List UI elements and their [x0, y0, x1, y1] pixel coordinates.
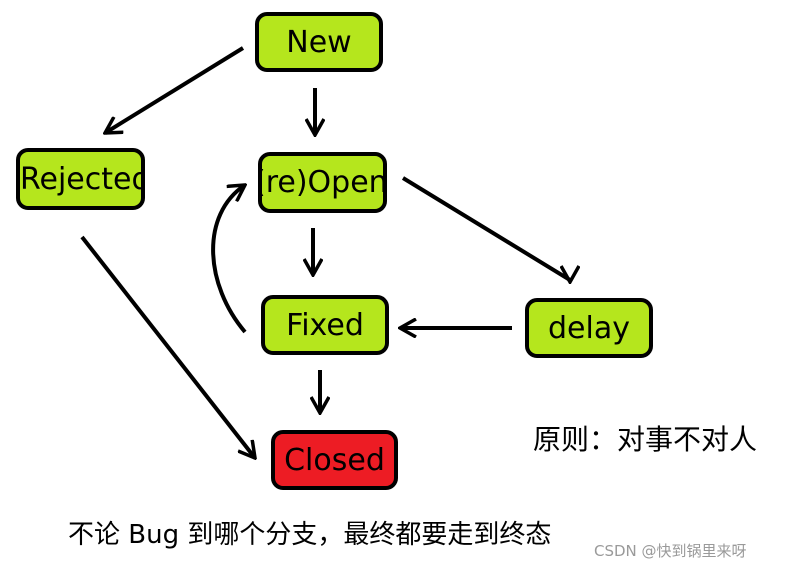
state-delay: delay — [525, 298, 653, 358]
watermark: CSDN @快到锅里来呀 — [594, 542, 747, 560]
state-label: New — [286, 24, 352, 60]
caption: 不论 Bug 到哪个分支，最终都要走到终态 — [68, 520, 552, 550]
state-fixed: Fixed — [261, 295, 389, 355]
arrow-fixed-to-open — [211, 185, 245, 334]
state-new: New — [255, 12, 383, 72]
arrow-rejected-to-closed — [80, 235, 255, 458]
transition-arrows — [80, 46, 801, 568]
state-label: (re)Open — [258, 165, 387, 200]
principle-note: 原则：对事不对人 — [533, 423, 758, 456]
state-label: Closed — [284, 442, 385, 478]
state-closed: Closed — [271, 430, 398, 490]
state-label: Fixed — [286, 307, 364, 343]
state-label: Rejected — [20, 161, 145, 197]
state-open: (re)Open — [258, 152, 387, 213]
state-label: delay — [548, 310, 630, 346]
arrow-open-to-delay — [401, 176, 570, 282]
arrow-new-to-rejected — [105, 46, 245, 133]
state-rejected: Rejected — [16, 148, 145, 210]
